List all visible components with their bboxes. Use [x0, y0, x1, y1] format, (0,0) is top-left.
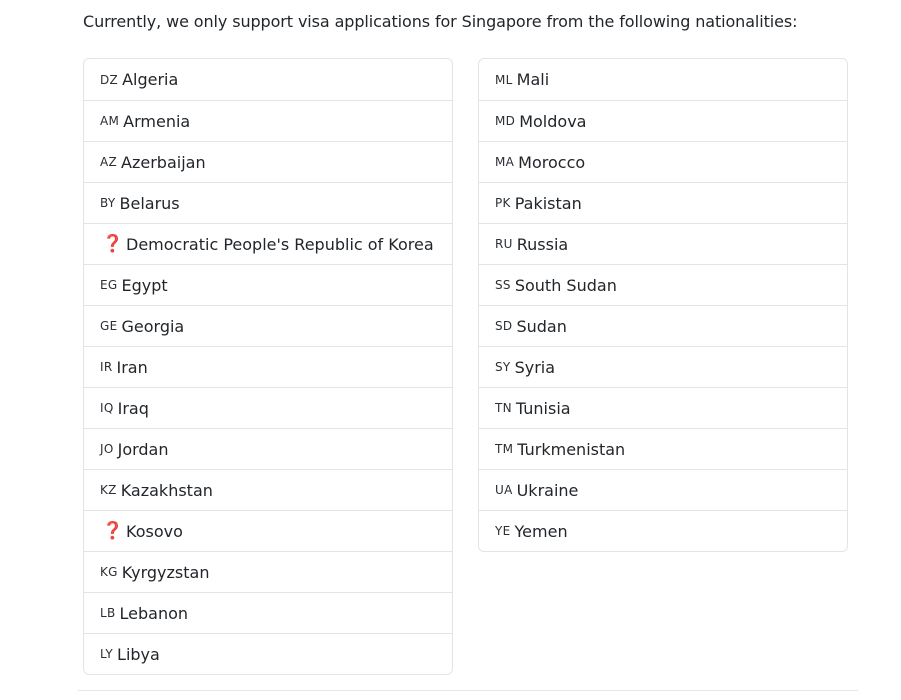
country-name: Libya — [117, 644, 160, 664]
country-name: Kosovo — [126, 521, 183, 541]
flag-code: YE — [495, 524, 511, 538]
country-name: Yemen — [514, 521, 568, 541]
list-item[interactable]: ❓ Democratic People's Republic of Korea — [84, 223, 452, 264]
list-item[interactable]: AZ Azerbaijan — [84, 141, 452, 182]
list-item[interactable]: TN Tunisia — [479, 387, 847, 428]
flag-code: KZ — [100, 483, 117, 497]
country-name: South Sudan — [514, 275, 617, 295]
list-item[interactable]: RU Russia — [479, 223, 847, 264]
nationality-list-left: DZ Algeria AM Armenia AZ Azerbaijan BY Belar… — [83, 58, 453, 675]
list-item[interactable]: AM Armenia — [84, 100, 452, 141]
flag-code: ML — [495, 72, 513, 87]
flag-code: SS — [495, 278, 511, 292]
question-mark-icon: ❓ — [102, 521, 124, 541]
country-name: Sudan — [516, 316, 567, 336]
country-name: Belarus — [119, 193, 180, 213]
flag-code: GE — [100, 319, 118, 333]
list-item[interactable]: SY Syria — [479, 346, 847, 387]
country-name: Iraq — [117, 398, 149, 418]
list-item[interactable]: IR Iran — [84, 346, 452, 387]
list-item[interactable]: SS South Sudan — [479, 264, 847, 305]
country-name: Democratic People's Republic of Korea — [126, 234, 434, 254]
list-item[interactable]: BY Belarus — [84, 182, 452, 223]
list-item[interactable]: LB Lebanon — [84, 592, 452, 633]
list-item[interactable]: KG Kyrgyzstan — [84, 551, 452, 592]
list-item[interactable]: GE Georgia — [84, 305, 452, 346]
country-name: Pakistan — [514, 193, 582, 213]
list-item[interactable]: DZ Algeria — [84, 59, 452, 100]
country-name: Russia — [516, 234, 569, 254]
country-name: Georgia — [121, 316, 185, 336]
list-item[interactable]: SD Sudan — [479, 305, 847, 346]
question-mark-icon: ❓ — [102, 234, 124, 254]
flag-code: IQ — [100, 401, 114, 415]
list-item[interactable]: MA Morocco — [479, 141, 847, 182]
list-item[interactable]: MD Moldova — [479, 100, 847, 141]
flag-code: MA — [495, 155, 515, 169]
country-name: Azerbaijan — [121, 152, 206, 172]
country-name: Mali — [516, 70, 550, 89]
list-item[interactable]: EG Egypt — [84, 264, 452, 305]
list-item[interactable]: LY Libya — [84, 633, 452, 674]
list-item[interactable]: PK Pakistan — [479, 182, 847, 223]
flag-code: PK — [495, 196, 511, 210]
country-name: Ukraine — [516, 480, 579, 500]
country-name: Armenia — [123, 111, 191, 131]
country-name: Kazakhstan — [120, 480, 213, 500]
flag-code: MD — [495, 114, 516, 128]
country-name: Egypt — [121, 275, 168, 295]
flag-code: BY — [100, 196, 116, 210]
flag-code: TM — [495, 442, 514, 456]
country-name: Algeria — [122, 70, 179, 89]
flag-code: TN — [495, 401, 512, 415]
flag-code: UA — [495, 483, 513, 497]
list-item[interactable]: TM Turkmenistan — [479, 428, 847, 469]
country-name: Lebanon — [119, 603, 189, 623]
flag-code: DZ — [100, 72, 119, 87]
flag-code: EG — [100, 278, 118, 292]
list-item[interactable]: IQ Iraq — [84, 387, 452, 428]
nationality-list-right: ML Mali MD Moldova MA Morocco PK Pakistan RU… — [478, 58, 848, 552]
country-name: Morocco — [518, 152, 586, 172]
flag-code: KG — [100, 565, 118, 579]
list-item[interactable]: ML Mali — [479, 59, 847, 100]
list-item[interactable]: UA Ukraine — [479, 469, 847, 510]
flag-code: SD — [495, 319, 513, 333]
flag-code: LB — [100, 606, 116, 620]
country-name: Kyrgyzstan — [121, 562, 210, 582]
country-name: Syria — [514, 357, 556, 377]
country-name: Turkmenistan — [517, 439, 626, 459]
list-item[interactable]: JO Jordan — [84, 428, 452, 469]
country-name: Jordan — [117, 439, 169, 459]
list-item[interactable]: YE Yemen — [479, 510, 847, 551]
flag-code: AM — [100, 114, 120, 128]
flag-code: JO — [100, 442, 114, 456]
flag-code: RU — [495, 237, 513, 251]
country-name: Moldova — [519, 111, 587, 131]
country-name: Iran — [116, 357, 148, 377]
flag-code: LY — [100, 647, 114, 661]
country-name: Tunisia — [515, 398, 571, 418]
list-item[interactable]: ❓ Kosovo — [84, 510, 452, 551]
list-item[interactable]: KZ Kazakhstan — [84, 469, 452, 510]
section-divider — [78, 690, 858, 691]
intro-text: Currently, we only support visa applicat… — [83, 12, 798, 31]
flag-code: SY — [495, 360, 511, 374]
flag-code: IR — [100, 360, 113, 374]
flag-code: AZ — [100, 155, 118, 169]
